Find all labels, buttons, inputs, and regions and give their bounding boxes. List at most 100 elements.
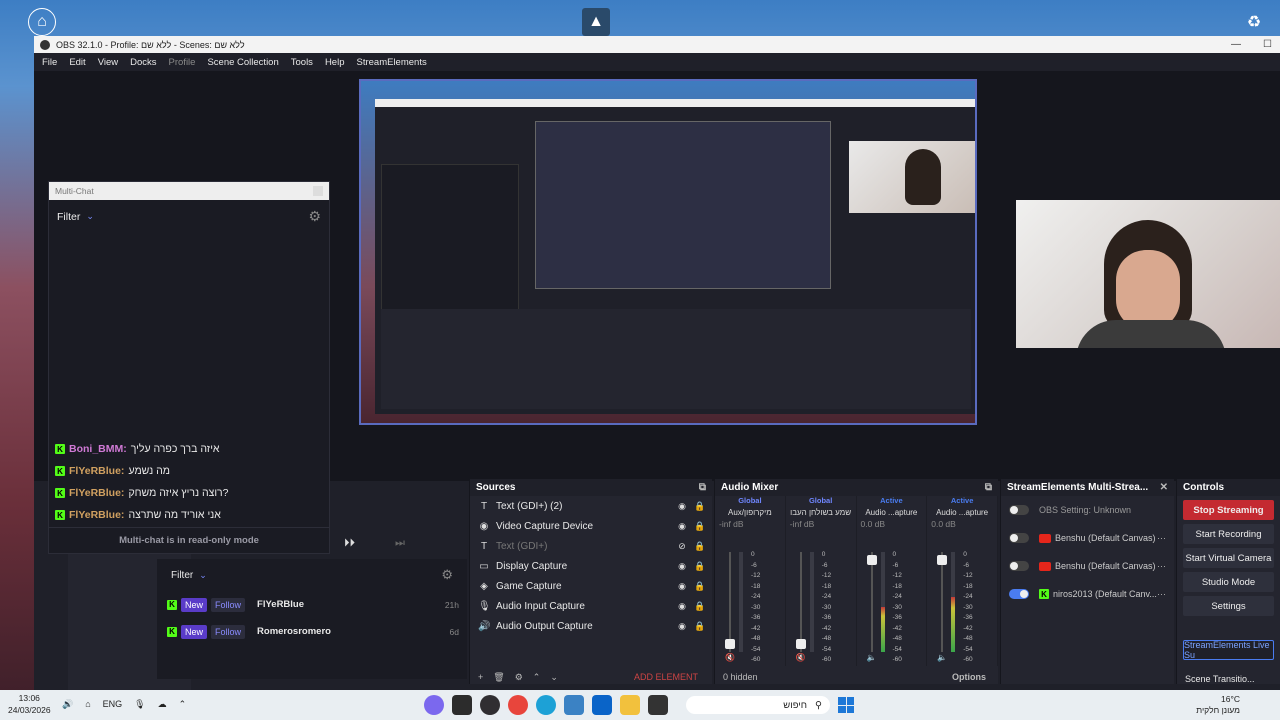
- channel-name[interactable]: Audio ...apture: [927, 506, 997, 519]
- source-item[interactable]: ◈ Game Capture ◉ 🔒: [470, 576, 712, 596]
- channel-name[interactable]: שמע בשולחן העבו: [786, 506, 856, 519]
- chat-user[interactable]: Boni_BMM:: [69, 443, 127, 455]
- studio-mode-button[interactable]: Studio Mode: [1183, 572, 1274, 592]
- chevron-up-icon[interactable]: ⌃: [533, 672, 541, 683]
- toggle-switch[interactable]: [1009, 589, 1029, 599]
- source-item[interactable]: ◉ Video Capture Device ◉ 🔒: [470, 516, 712, 536]
- events-filter[interactable]: Filter ⌄ ⚙: [157, 559, 467, 591]
- menu-edit[interactable]: Edit: [65, 57, 93, 68]
- toggle-switch[interactable]: [1009, 533, 1029, 543]
- more-options-icon[interactable]: ⋯: [1157, 589, 1166, 600]
- eye-icon[interactable]: ◉: [676, 561, 688, 572]
- toggle-switch[interactable]: [1009, 505, 1029, 515]
- volume-fader[interactable]: [937, 552, 948, 652]
- folder-icon[interactable]: [620, 695, 640, 715]
- cloud-icon[interactable]: ☁: [158, 699, 167, 710]
- undock-icon[interactable]: ⧉: [699, 482, 706, 493]
- list-item[interactable]: K New Follow FlYeRBlue 21h: [157, 591, 467, 618]
- lock-icon[interactable]: 🔒: [694, 501, 706, 512]
- fader-knob[interactable]: [937, 555, 948, 565]
- start-icon[interactable]: [838, 697, 854, 713]
- stop-streaming-button[interactable]: Stop Streaming: [1183, 500, 1274, 520]
- menu-docks[interactable]: Docks: [126, 57, 164, 68]
- source-item[interactable]: T Text (GDI+) ⊘ 🔒: [470, 536, 712, 556]
- nvidia-icon[interactable]: [452, 695, 472, 715]
- lock-icon[interactable]: 🔒: [694, 541, 706, 552]
- volume-fader[interactable]: [725, 552, 735, 652]
- fader-knob[interactable]: [725, 639, 735, 649]
- settings-button[interactable]: Settings: [1183, 596, 1274, 616]
- source-item[interactable]: ▭ Display Capture ◉ 🔒: [470, 556, 712, 576]
- eye-icon[interactable]: ◉: [676, 501, 688, 512]
- volume-icon[interactable]: 🔊: [62, 699, 73, 710]
- more-options-icon[interactable]: ⋯: [1157, 533, 1166, 544]
- eye-icon[interactable]: ◉: [676, 601, 688, 612]
- mail-icon[interactable]: [564, 695, 584, 715]
- trash-icon[interactable]: 🗑: [493, 672, 504, 683]
- language-indicator[interactable]: ENG: [103, 699, 123, 710]
- menu-streamelements[interactable]: StreamElements: [352, 57, 434, 68]
- menu-tools[interactable]: Tools: [287, 57, 321, 68]
- chat-user[interactable]: FlYeRBlue:: [69, 509, 124, 521]
- close-icon[interactable]: [313, 186, 323, 196]
- lock-icon[interactable]: 🔒: [694, 601, 706, 612]
- source-item[interactable]: 🎙 Audio Input Capture ◉ 🔒: [470, 596, 712, 616]
- store-icon[interactable]: [592, 695, 612, 715]
- maximize-icon[interactable]: ☐: [1263, 39, 1272, 50]
- gear-icon[interactable]: ⚙: [308, 208, 321, 225]
- network-icon[interactable]: ⌂: [85, 699, 90, 710]
- obs-icon[interactable]: [480, 695, 500, 715]
- skip-icon[interactable]: ⏭: [395, 537, 405, 550]
- app-desktop-icon[interactable]: ▲: [582, 8, 610, 36]
- live-support-button[interactable]: StreamElements Live Su: [1183, 640, 1274, 660]
- chevron-down-icon[interactable]: ⌄: [550, 672, 558, 683]
- options-button[interactable]: Options: [952, 672, 986, 682]
- volume-fader[interactable]: [866, 552, 877, 652]
- menu-profile[interactable]: Profile: [165, 57, 204, 68]
- search-box[interactable]: חיפוש ⚲: [686, 696, 830, 714]
- muted-speaker-icon[interactable]: 🔇: [796, 653, 806, 662]
- webcam-source[interactable]: [1016, 200, 1280, 348]
- chat-user[interactable]: FlYeRBlue:: [69, 487, 124, 499]
- speaker-icon[interactable]: 🔈: [867, 653, 877, 662]
- speaker-icon[interactable]: 🔈: [937, 653, 947, 662]
- channel-name[interactable]: Aux/מיקרופון: [715, 506, 785, 519]
- muted-speaker-icon[interactable]: 🔇: [725, 653, 735, 662]
- minimize-icon[interactable]: —: [1231, 39, 1241, 50]
- menu-help[interactable]: Help: [321, 57, 353, 68]
- menu-view[interactable]: View: [94, 57, 126, 68]
- eye-icon[interactable]: ⊘: [676, 541, 688, 552]
- gear-icon[interactable]: ⚙: [441, 567, 453, 583]
- user-icon[interactable]: ⌂: [28, 8, 56, 36]
- eye-icon[interactable]: ◉: [676, 581, 688, 592]
- menu-file[interactable]: File: [38, 57, 65, 68]
- clock[interactable]: 13:06 24/03/2026: [8, 692, 51, 716]
- edge-icon[interactable]: [536, 695, 556, 715]
- start-virtual-camera-button[interactable]: Start Virtual Camera: [1183, 548, 1274, 568]
- terminal-icon[interactable]: [648, 695, 668, 715]
- lock-icon[interactable]: 🔒: [694, 521, 706, 532]
- source-item[interactable]: 🔊 Audio Output Capture ◉ 🔒: [470, 616, 712, 636]
- add-element-button[interactable]: ADD ELEMENT: [634, 672, 698, 682]
- source-item[interactable]: T Text (GDI+) (2) ◉ 🔒: [470, 496, 712, 516]
- lock-icon[interactable]: 🔒: [694, 561, 706, 572]
- add-icon[interactable]: +: [478, 672, 483, 682]
- gear-icon[interactable]: ⚙: [515, 672, 523, 683]
- chevron-up-icon[interactable]: ⌃: [179, 699, 187, 710]
- more-options-icon[interactable]: ⋯: [1157, 561, 1166, 572]
- list-item[interactable]: K New Follow Romerosromero 6d: [157, 618, 467, 645]
- lock-icon[interactable]: 🔒: [694, 621, 706, 632]
- discord-icon[interactable]: [424, 695, 444, 715]
- chat-filter[interactable]: Filter ⌄ ⚙: [49, 200, 329, 233]
- chrome-icon[interactable]: [508, 695, 528, 715]
- fader-knob[interactable]: [795, 639, 806, 649]
- play-icon[interactable]: ⏵⏵: [344, 537, 355, 550]
- microphone-icon[interactable]: 🎙: [134, 699, 145, 710]
- lock-icon[interactable]: 🔒: [694, 581, 706, 592]
- volume-fader[interactable]: [795, 552, 806, 652]
- fader-knob[interactable]: [866, 555, 877, 565]
- chat-user[interactable]: FlYeRBlue:: [69, 465, 124, 477]
- weather-widget[interactable]: 16°C מעונן חלקית: [1196, 694, 1240, 716]
- eye-icon[interactable]: ◉: [676, 521, 688, 532]
- menu-scene-collection[interactable]: Scene Collection: [203, 57, 286, 68]
